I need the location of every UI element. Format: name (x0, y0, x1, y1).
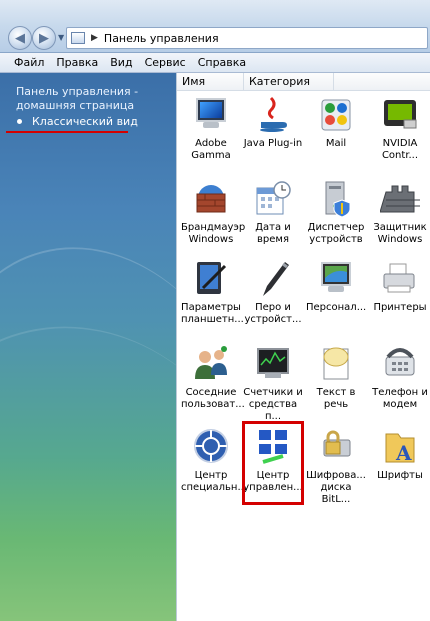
item-printers[interactable]: Принтеры (370, 258, 430, 314)
item-text-to-speech[interactable]: Текст в речь (306, 343, 366, 411)
recent-pages-dropdown[interactable]: ▼ (58, 33, 64, 42)
item-label: Диспетчер устройств (307, 222, 365, 245)
item-label: Adobe Gamma (191, 138, 231, 161)
item-performance[interactable]: Счетчики и средства п... (243, 343, 303, 423)
menu-edit[interactable]: Правка (50, 56, 104, 69)
tablet-icon (191, 258, 231, 298)
item-label: Телефон и модем (372, 387, 428, 410)
item-label: Дата и время (255, 222, 291, 245)
column-headers: Имя Категория (177, 73, 430, 91)
item-label: Соседние пользоват... (181, 387, 245, 410)
printer-icon (380, 258, 420, 298)
sidebar: Панель управления - домашняя страница Кл… (0, 73, 176, 621)
item-label: Брандмауэр Windows (181, 222, 246, 245)
column-header-category[interactable]: Категория (244, 73, 334, 90)
item-label: Java Plug-in (243, 138, 303, 149)
pen-icon (253, 258, 293, 298)
column-header-name[interactable]: Имя (177, 73, 244, 90)
item-phone-modem[interactable]: Телефон и модем (370, 343, 430, 411)
menu-bar: Файл Правка Вид Сервис Справка (0, 53, 430, 73)
red-highlight-annotation (242, 421, 304, 505)
firewall-icon (191, 178, 231, 218)
item-label: Параметры планшетн... (181, 302, 244, 325)
mail-icon (316, 94, 356, 134)
nvidia-icon (380, 94, 420, 134)
personalization-icon (316, 258, 356, 298)
monitor-icon (191, 94, 231, 134)
menu-view[interactable]: Вид (104, 56, 138, 69)
people-near-me-icon (191, 343, 231, 383)
item-label: NVIDIA Contr... (381, 138, 419, 161)
item-label: Центр специальн... (181, 470, 247, 493)
item-date-time[interactable]: Дата и время (243, 178, 303, 246)
control-panel-icon (71, 32, 85, 44)
item-tablet-settings[interactable]: Параметры планшетн... (181, 258, 244, 326)
arrow-right-icon: ▶ (39, 30, 49, 46)
back-button[interactable]: ◀ (8, 26, 32, 50)
item-label: Перо и устройст... (244, 302, 302, 325)
phone-icon (380, 343, 420, 383)
performance-icon (253, 343, 293, 383)
item-label: Шифрова... диска BitL... (306, 470, 366, 505)
item-nvidia[interactable]: NVIDIA Contr... (370, 94, 430, 162)
item-label: Принтеры (373, 302, 427, 313)
item-label: Шрифты (377, 470, 423, 481)
title-bar: ◀ ▶ ▼ ▶ Панель управления (0, 0, 430, 53)
item-personalization[interactable]: Персонал... (306, 258, 366, 314)
bitlocker-icon (316, 426, 356, 466)
item-fonts[interactable]: A Шрифты (370, 426, 430, 482)
address-bar[interactable]: ▶ Панель управления (66, 27, 428, 49)
item-label: Текст в речь (316, 387, 356, 410)
bullet-icon (17, 119, 22, 124)
defender-icon (379, 178, 420, 218)
item-pen-devices[interactable]: Перо и устройст... (243, 258, 303, 326)
item-label: Персонал... (306, 302, 367, 313)
item-defender[interactable]: Защитник Windows (370, 178, 430, 246)
breadcrumb-arrow-icon[interactable]: ▶ (91, 33, 98, 43)
item-ease-of-access[interactable]: Центр специальн... (181, 426, 247, 494)
menu-tools[interactable]: Сервис (139, 56, 192, 69)
fonts-icon: A (380, 426, 420, 466)
item-mail[interactable]: Mail (306, 94, 366, 150)
menu-help[interactable]: Справка (192, 56, 252, 69)
menu-file[interactable]: Файл (0, 56, 50, 69)
arrow-left-icon: ◀ (15, 30, 25, 46)
java-icon (253, 94, 293, 134)
speech-icon (316, 343, 356, 383)
forward-button[interactable]: ▶ (32, 26, 56, 50)
item-label: Mail (325, 138, 347, 149)
red-underline-annotation (6, 131, 128, 133)
calendar-clock-icon (253, 178, 293, 218)
svg-text:A: A (395, 441, 412, 465)
breadcrumb-control-panel[interactable]: Панель управления (104, 32, 219, 45)
item-bitlocker[interactable]: Шифрова... диска BitL... (306, 426, 366, 506)
item-firewall[interactable]: Брандмауэр Windows (181, 178, 246, 246)
sidebar-link-home[interactable]: Панель управления - домашняя страница (16, 85, 166, 113)
item-label: Защитник Windows (373, 222, 427, 245)
ease-of-access-icon (191, 426, 231, 466)
device-manager-icon (316, 178, 356, 218)
item-adobe-gamma[interactable]: Adobe Gamma (181, 94, 241, 162)
sidebar-link-classic-view[interactable]: Классический вид (32, 115, 138, 129)
item-label: Счетчики и средства п... (243, 387, 303, 422)
item-people-near-me[interactable]: Соседние пользоват... (181, 343, 245, 411)
item-device-manager[interactable]: Диспетчер устройств (306, 178, 366, 246)
item-java-plugin[interactable]: Java Plug-in (243, 94, 303, 150)
